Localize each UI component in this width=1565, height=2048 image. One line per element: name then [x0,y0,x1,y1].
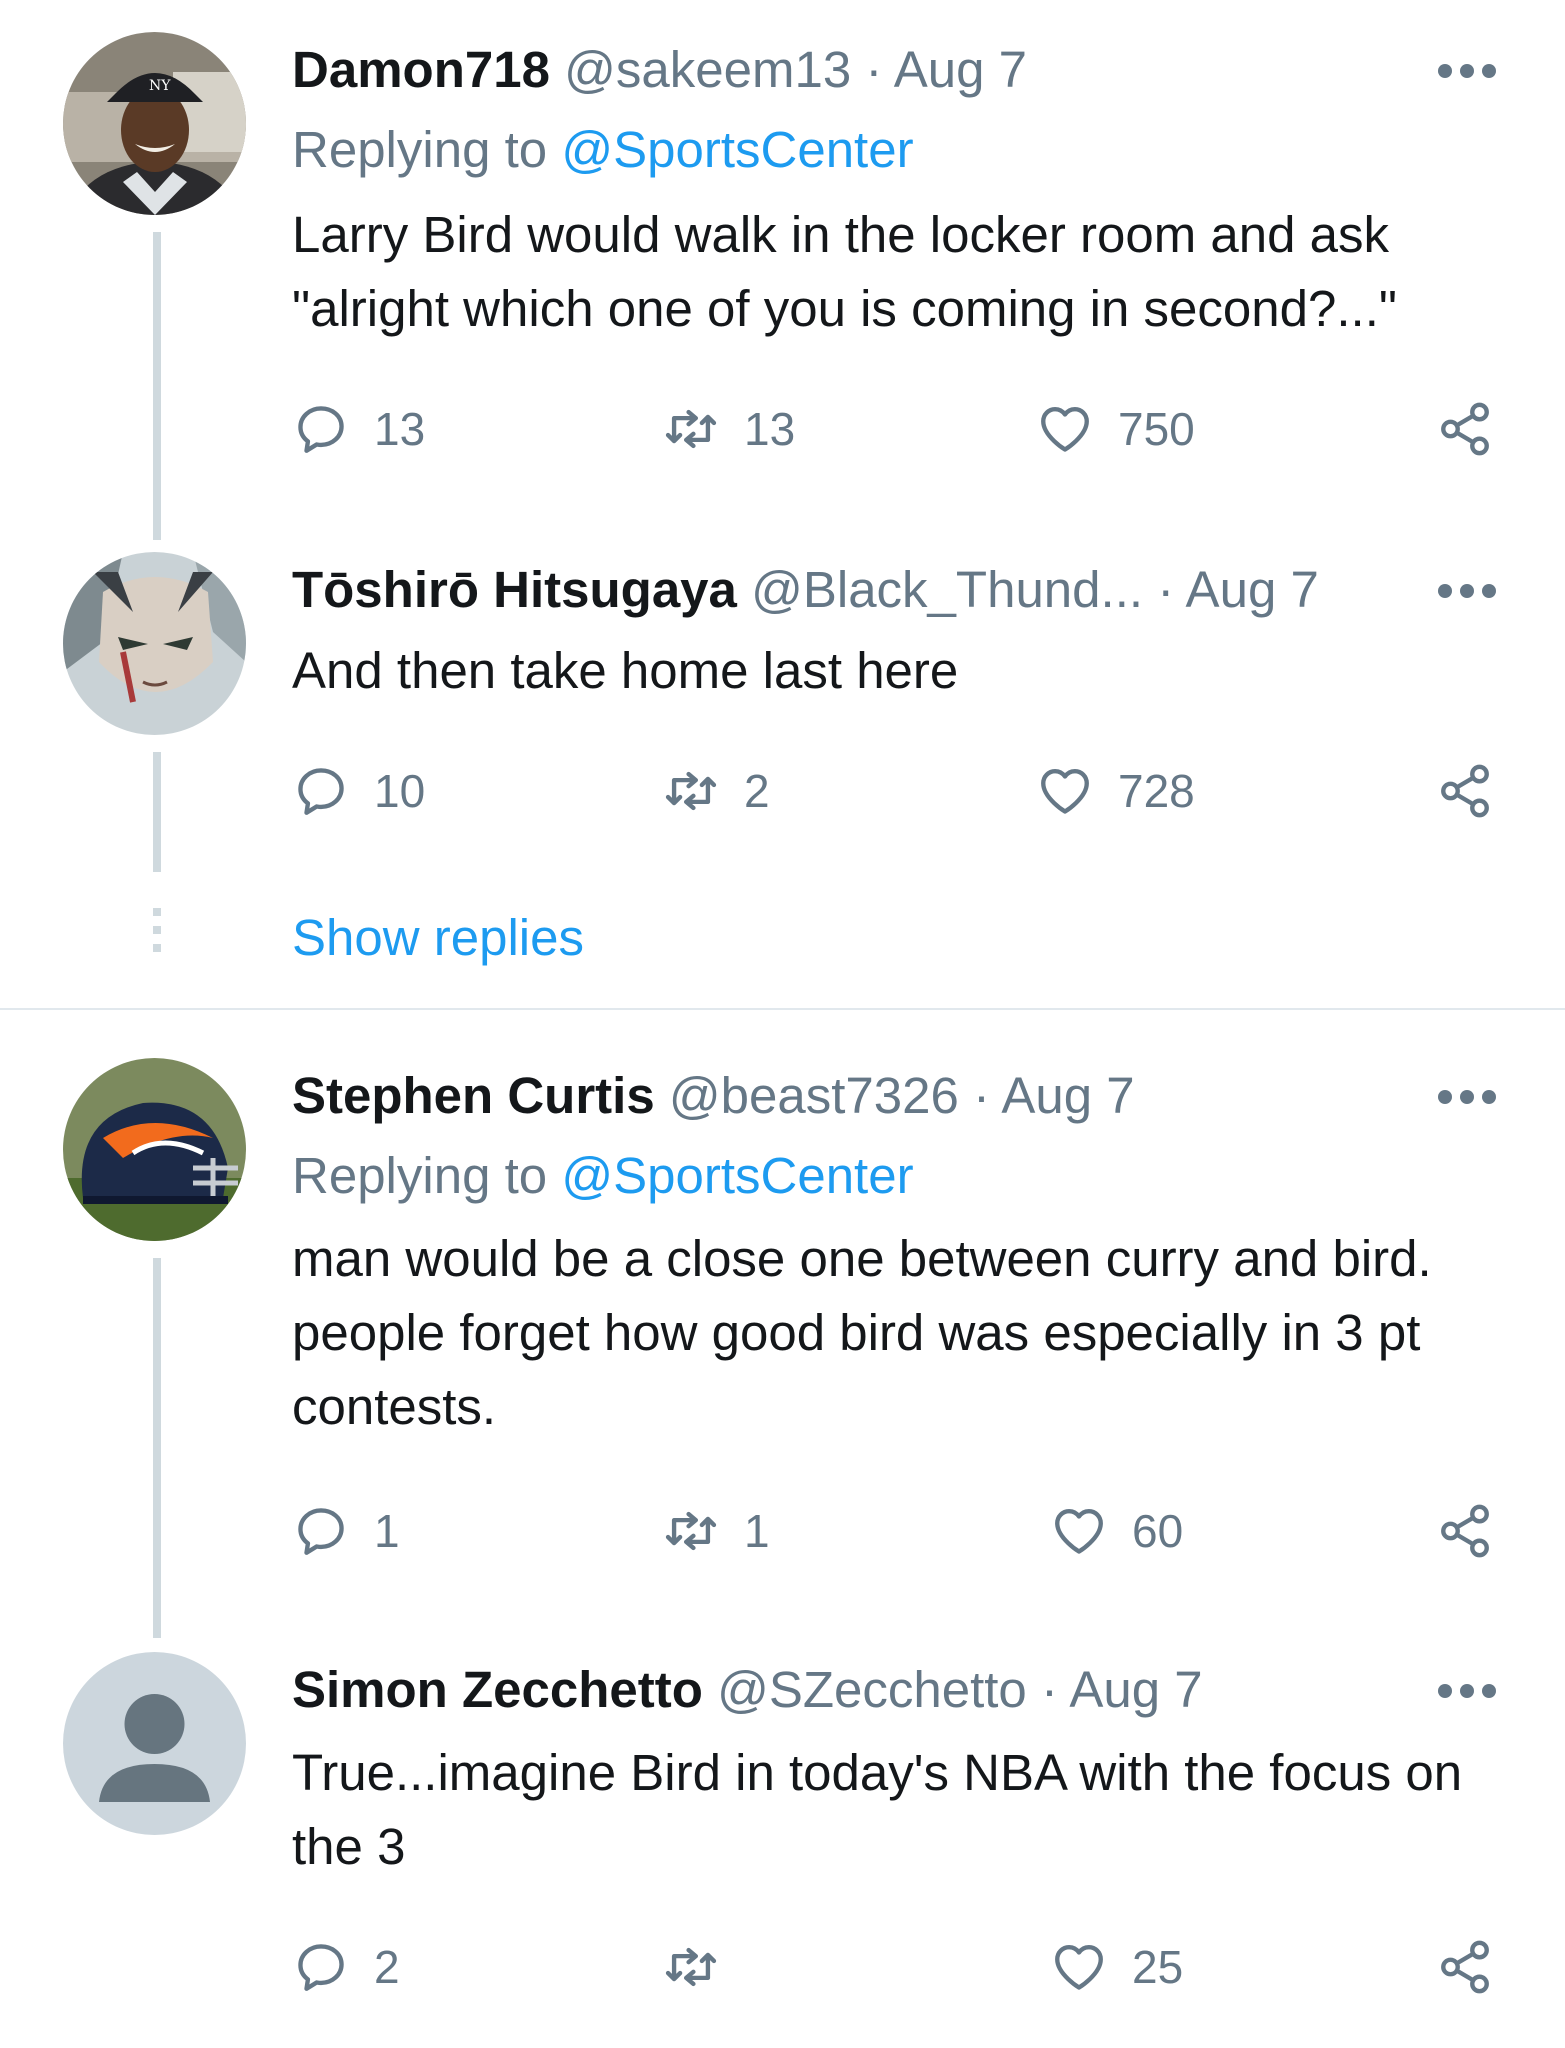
avatar-toshiro[interactable] [63,552,246,735]
share-button[interactable] [1436,1496,1518,1566]
tweet-header: Stephen Curtis @beast7326 · Aug 7 [292,1066,1135,1126]
display-name[interactable]: Simon Zecchetto [292,1661,703,1718]
like-button[interactable]: 750 [1036,394,1195,464]
like-count: 60 [1132,1505,1184,1557]
tweet-header: Damon718 @sakeem13 · Aug 7 [292,40,1027,100]
timestamp[interactable]: · Aug 7 [865,41,1027,98]
like-button[interactable]: 728 [1036,756,1195,826]
thread-line [153,1258,161,1638]
reply-count: 2 [374,1941,400,1993]
replying-to: Replying to @SportsCenter [292,120,914,180]
retweet-icon [665,771,717,811]
replying-to: Replying to @SportsCenter [292,1146,914,1206]
default-avatar-icon [63,1652,246,1835]
share-icon [1441,1504,1489,1558]
tweet-text: man would be a close one between curry a… [292,1230,1432,1435]
more-icon[interactable] [1438,1090,1496,1106]
replying-prefix: Replying to [292,121,562,178]
handle[interactable]: @beast7326 [669,1067,959,1124]
retweet-button[interactable]: 13 [662,394,795,464]
retweet-button[interactable] [662,1932,744,2002]
reply-icon [298,406,344,453]
more-icon[interactable] [1438,1684,1496,1700]
like-icon [1055,1509,1103,1554]
share-button[interactable] [1436,1932,1518,2002]
timestamp[interactable]: · Aug 7 [1157,561,1319,618]
avatar-simon-zecchetto[interactable] [63,1652,246,1835]
mention-link[interactable]: @SportsCenter [561,1147,913,1204]
retweet-button[interactable]: 2 [662,756,770,826]
thread-separator [0,1008,1565,1010]
like-icon [1041,407,1089,452]
reply-count: 10 [374,765,426,817]
retweet-count: 2 [744,765,770,817]
show-replies-link[interactable]: Show replies [292,908,584,968]
reply-count: 1 [374,1505,400,1557]
replying-prefix: Replying to [292,1147,562,1204]
share-icon [1441,764,1489,818]
reply-button[interactable]: 13 [292,394,425,464]
like-count: 728 [1118,765,1195,817]
mention-link[interactable]: @SportsCenter [561,121,913,178]
like-count: 750 [1118,403,1195,455]
thread-dots [153,908,161,962]
avatar-football-helmet [63,1058,246,1241]
display-name[interactable]: Stephen Curtis [292,1067,655,1124]
thread-line [153,232,161,540]
share-button[interactable] [1436,756,1518,826]
timestamp[interactable]: · Aug 7 [1041,1661,1203,1718]
like-icon [1055,1945,1103,1990]
tweet-text: True...imagine Bird in today's NBA with … [292,1744,1463,1875]
tweet-header: Simon Zecchetto @SZecchetto · Aug 7 [292,1660,1203,1720]
share-icon [1441,402,1489,456]
retweet-count: 1 [744,1505,770,1557]
handle[interactable]: @sakeem13 [564,41,851,98]
share-icon [1441,1940,1489,1994]
retweet-icon [665,1947,717,1987]
display-name[interactable]: Damon718 [292,41,550,98]
reply-icon [298,1508,344,1555]
display-name[interactable]: Tōshirō Hitsugaya [292,561,737,618]
retweet-button[interactable]: 1 [662,1496,770,1566]
reply-count: 13 [374,403,426,455]
retweet-count: 13 [744,403,796,455]
avatar-damon718[interactable]: NY [63,32,246,215]
tweet-text: And then take home last here [292,642,959,699]
reply-button[interactable]: 1 [292,1496,400,1566]
like-button[interactable]: 60 [1050,1496,1183,1566]
reply-button[interactable]: 2 [292,1932,400,2002]
reply-button[interactable]: 10 [292,756,425,826]
handle[interactable]: @Black_Thund... [751,561,1143,618]
avatar-stephen-curtis[interactable] [63,1058,246,1241]
avatar-anime-art [63,552,246,735]
avatar-photo: NY [63,32,246,215]
handle[interactable]: @SZecchetto [717,1661,1027,1718]
tweet-text: Larry Bird would walk in the locker room… [292,206,1397,337]
more-icon[interactable] [1438,64,1496,80]
svg-text:NY: NY [149,78,171,94]
timestamp[interactable]: · Aug 7 [973,1067,1135,1124]
reply-icon [298,768,344,815]
tweet-header: Tōshirō Hitsugaya @Black_Thund... · Aug … [292,560,1319,620]
like-count: 25 [1132,1941,1184,1993]
thread-line [153,752,161,872]
retweet-icon [665,1511,717,1551]
share-button[interactable] [1436,394,1518,464]
like-button[interactable]: 25 [1050,1932,1183,2002]
reply-icon [298,1944,344,1991]
more-icon[interactable] [1438,584,1496,600]
retweet-icon [665,409,717,449]
like-icon [1041,769,1089,814]
